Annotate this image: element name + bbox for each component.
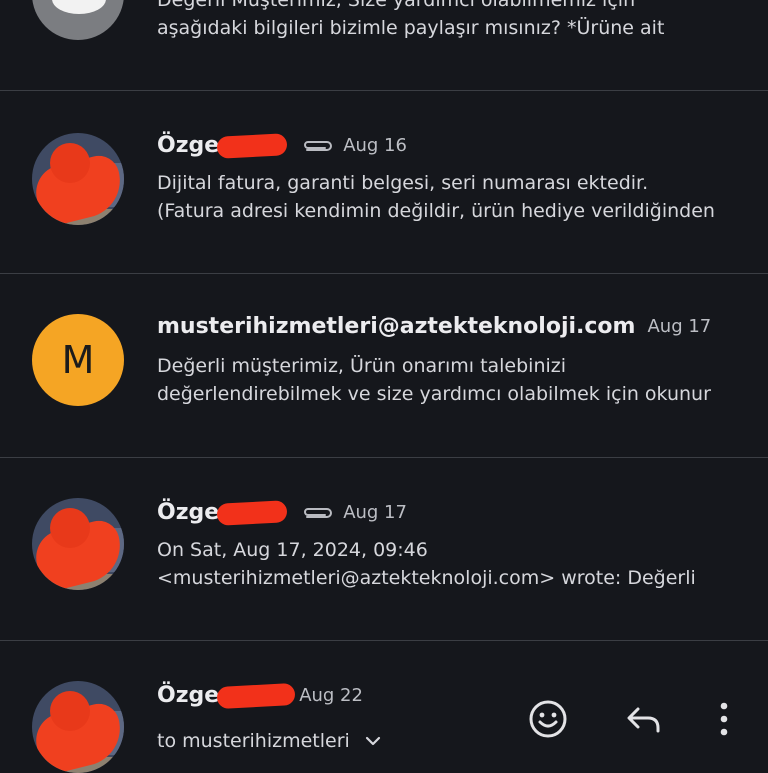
sender-row: Özge Aug 16 (157, 132, 407, 159)
message-snippet: Değerli Müşterimiz, Size yardımcı olabil… (157, 0, 664, 42)
redaction-mark (216, 682, 296, 709)
sender-name: Özge (157, 683, 220, 708)
snippet-line: <musterihizmetleri@aztekteknoloji.com> w… (157, 567, 696, 589)
recipient-text: to musterihizmetleri (157, 730, 350, 752)
reply-arrow-icon (627, 707, 660, 733)
message-item[interactable]: Özge Aug 17 On Sat, Aug 17, 2024, 09:46 … (0, 458, 768, 640)
snippet-line: Değerli müşterimiz, Ürün onarımı talebin… (157, 355, 567, 377)
more-vertical-icon (720, 702, 728, 736)
reply-button[interactable] (622, 697, 666, 741)
emoji-reaction-button[interactable] (526, 697, 570, 741)
recipient-row[interactable]: to musterihizmetleri (157, 727, 382, 755)
emoji-smile-icon (529, 700, 567, 738)
sender-name: musterihizmetleri@aztekteknoloji.com (157, 314, 636, 339)
more-options-button[interactable] (704, 697, 744, 741)
message-date: Aug 22 (299, 685, 363, 706)
message-date: Aug 17 (343, 502, 407, 523)
message-snippet: Değerli müşterimiz, Ürün onarımı talebin… (157, 352, 711, 408)
snippet-line: (Fatura adresi kendimin değildir, ürün h… (157, 200, 715, 222)
snippet-line: On Sat, Aug 17, 2024, 09:46 (157, 539, 428, 561)
message-item[interactable]: Özge Aug 16 Dijital fatura, garanti belg… (0, 91, 768, 273)
avatar (32, 133, 124, 225)
snippet-line: değerlendirebilmek ve size yardımcı olab… (157, 383, 711, 405)
email-thread: Değerli Müşterimiz, Size yardımcı olabil… (0, 0, 768, 773)
sender-row: Özge Aug 17 (157, 499, 407, 526)
sender-name: Özge (157, 133, 220, 158)
snippet-line: Değerli Müşterimiz, Size yardımcı olabil… (157, 0, 636, 11)
avatar-shape (52, 0, 106, 14)
message-date: Aug 16 (343, 135, 407, 156)
sender-row: Özge Aug 22 (157, 682, 363, 709)
message-item[interactable]: M musterihizmetleri@aztekteknoloji.com A… (0, 274, 768, 456)
message-snippet: Dijital fatura, garanti belgesi, seri nu… (157, 169, 715, 225)
snippet-line: Dijital fatura, garanti belgesi, seri nu… (157, 172, 649, 194)
avatar (32, 498, 124, 590)
redaction-mark (216, 132, 288, 159)
sender-name: Özge (157, 500, 220, 525)
sender-row: musterihizmetleri@aztekteknoloji.com Aug… (157, 314, 711, 339)
chevron-down-icon[interactable] (364, 735, 382, 747)
paperclip-icon (299, 137, 335, 155)
avatar (32, 681, 124, 773)
avatar: M (32, 314, 124, 406)
message-header-expanded[interactable]: Özge Aug 22 to musterihizmetleri (0, 641, 768, 773)
message-date: Aug 17 (647, 316, 712, 337)
avatar (32, 0, 124, 40)
redaction-mark (216, 499, 288, 526)
message-item[interactable]: Değerli Müşterimiz, Size yardımcı olabil… (0, 0, 768, 90)
avatar-letter: M (61, 338, 95, 382)
snippet-line: aşağıdaki bilgileri bizimle paylaşır mıs… (157, 17, 665, 39)
paperclip-icon (299, 504, 335, 522)
message-snippet: On Sat, Aug 17, 2024, 09:46 <musterihizm… (157, 536, 696, 592)
